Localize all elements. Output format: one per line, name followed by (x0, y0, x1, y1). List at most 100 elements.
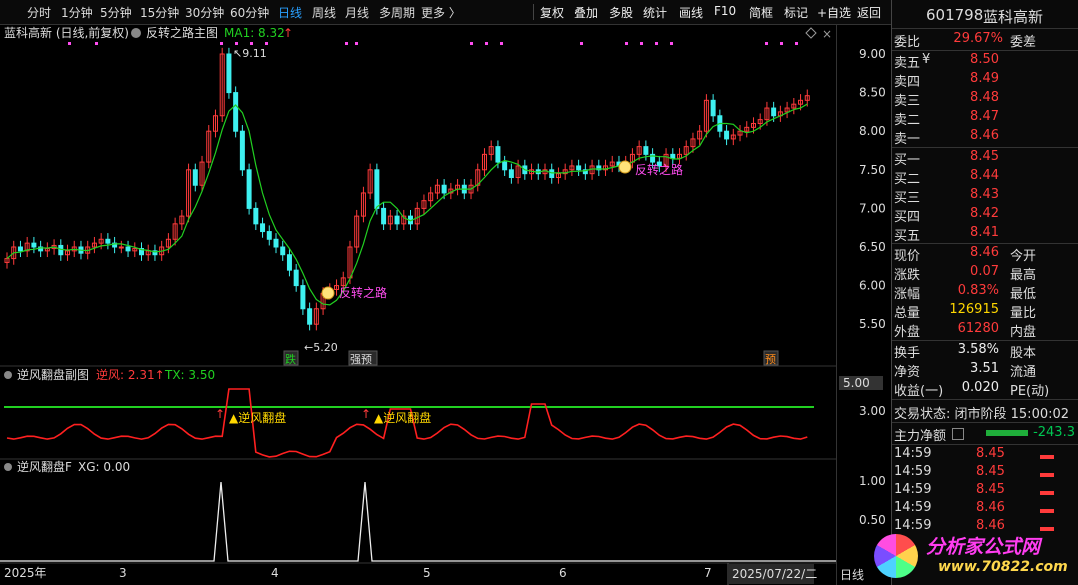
action-tongji[interactable]: 统计 (643, 4, 667, 21)
signal-bag-icon (321, 286, 335, 300)
row-value: 8.47 (970, 109, 999, 124)
candle-body (670, 153, 676, 159)
tick-volume-bar (1040, 491, 1054, 495)
webi-row: 委比 29.67% 委差 (892, 31, 1078, 50)
row-value: 8.44 (970, 168, 999, 183)
price-ytick: 9.00 (859, 47, 886, 61)
candle-body (253, 207, 259, 225)
period-60min[interactable]: 60分钟 (230, 4, 269, 21)
trade-status: 交易状态: 闭市阶段 15:00:02 (894, 407, 1070, 422)
price-ytick: 8.00 (859, 124, 886, 138)
row-label: 涨幅 (894, 287, 921, 302)
period-15min[interactable]: 15分钟 (140, 4, 179, 21)
action-add-watchlist[interactable]: +自选 (817, 4, 851, 21)
up-arrow-icon: ↑ (215, 407, 225, 421)
watermark: 分析家公式网 www.70822.com (868, 528, 1078, 584)
tick-price: 8.45 (976, 464, 1005, 479)
candle-body (239, 130, 245, 171)
period-more[interactable]: 更多 〉 (421, 4, 461, 21)
row-value: 3.58% (957, 342, 999, 357)
candle-body (31, 242, 37, 248)
low-price-label: ←5.20 (304, 341, 338, 354)
ma-label: MA1: 8.32 (224, 26, 285, 40)
candle-body (226, 53, 232, 94)
row-label: 买一 (894, 153, 921, 168)
period-5min[interactable]: 5分钟 (100, 4, 132, 21)
action-fuquan[interactable]: 复权 (540, 4, 564, 21)
candlestick-series (4, 47, 810, 331)
price-ytick: 8.50 (859, 86, 886, 100)
x-axis-label: 6 (559, 566, 567, 580)
action-back[interactable]: 返回 (857, 4, 881, 21)
sub1-title: 逆风翻盘副图 (17, 367, 89, 382)
tick-volume-bar (1040, 509, 1054, 513)
candle-body (576, 165, 582, 171)
period-1min[interactable]: 1分钟 (61, 4, 93, 21)
main-chart-title: 蓝科高新 (日线,前复权) (4, 25, 129, 40)
signal-dot (355, 42, 358, 45)
row-label: 卖五 (894, 56, 921, 71)
sub2-ytick: 0.50 (859, 513, 886, 527)
row-label2: 最高 (1010, 268, 1037, 283)
candle-body (233, 92, 239, 132)
quote-row: 卖五 ¥8.50 (892, 52, 1078, 71)
quote-row: 涨跌 0.07 最高 (892, 264, 1078, 283)
chart-canvas[interactable]: 蓝科高新 (日线,前复权) 反转之路主图 MA1: 8.32 ↑ × ↖9.11… (0, 24, 836, 585)
stock-name: 蓝科高新 (983, 8, 1044, 26)
row-label: 换手 (894, 346, 921, 361)
quote-row: 换手 3.58% 股本 (892, 342, 1078, 361)
settings-icon[interactable] (4, 463, 12, 471)
action-f10[interactable]: F10 (714, 4, 736, 18)
candle-body (495, 146, 501, 163)
row-label: 净资 (894, 365, 921, 380)
period-fenshi[interactable]: 分时 (27, 4, 51, 21)
row-value: 8.45 (970, 149, 999, 164)
candle-body (17, 246, 23, 252)
period-corner-label: 日线 (840, 568, 864, 582)
sub1-signal-2: ▲逆风翻盘 (374, 410, 431, 425)
quote-row: 买五 8.41 (892, 225, 1078, 244)
table-icon[interactable] (952, 428, 964, 440)
settings-icon[interactable] (4, 371, 12, 379)
net-flow-label: 主力净额 (894, 429, 947, 444)
close-icon[interactable]: × (822, 27, 832, 41)
main-indicator-name[interactable]: 反转之路主图 (146, 25, 218, 40)
row-value: 8.50 (970, 52, 999, 67)
row-label: 卖一 (894, 132, 921, 147)
tick-volume-bar (1040, 455, 1054, 459)
watermark-line1: 分析家公式网 (926, 536, 1041, 558)
row-label: 买四 (894, 210, 921, 225)
quote-row: 收益(一) 0.020 PE(动) (892, 380, 1078, 399)
net-flow-bar (986, 430, 1028, 436)
action-huaxian[interactable]: 画线 (679, 4, 703, 21)
action-diejia[interactable]: 叠加 (574, 4, 598, 21)
action-jiankuang[interactable]: 简框 (749, 4, 773, 21)
row-value: 126915 (949, 302, 999, 317)
period-daily[interactable]: 日线 (278, 4, 302, 21)
diamond-icon[interactable] (805, 27, 817, 39)
settings-icon[interactable] (131, 28, 141, 38)
price-ytick: 5.50 (859, 317, 886, 331)
tick-volume-bar (1040, 473, 1054, 477)
quote-row: 买一 8.45 (892, 149, 1078, 168)
webi-label: 委比 (894, 35, 921, 50)
period-multi[interactable]: 多周期 (379, 4, 415, 21)
row-value: 8.48 (970, 90, 999, 105)
row-label: 涨跌 (894, 268, 921, 283)
signal-dot (780, 42, 783, 45)
row-label: 现价 (894, 249, 921, 264)
quote-row: 卖一 8.46 (892, 128, 1078, 147)
action-biaoji[interactable]: 标记 (784, 4, 808, 21)
quote-row: 买四 8.42 (892, 206, 1078, 225)
signal-dot (655, 42, 658, 45)
signal-dot (235, 42, 238, 45)
action-duogu[interactable]: 多股 (609, 4, 633, 21)
candle-body (381, 207, 387, 225)
period-monthly[interactable]: 月线 (345, 4, 369, 21)
sub1-signal-1: ▲逆风翻盘 (229, 410, 286, 425)
candle-body (394, 215, 400, 225)
row-label2: PE(动) (1010, 384, 1050, 399)
pinwheel-logo (874, 534, 918, 578)
period-weekly[interactable]: 周线 (312, 4, 336, 21)
period-30min[interactable]: 30分钟 (185, 4, 224, 21)
